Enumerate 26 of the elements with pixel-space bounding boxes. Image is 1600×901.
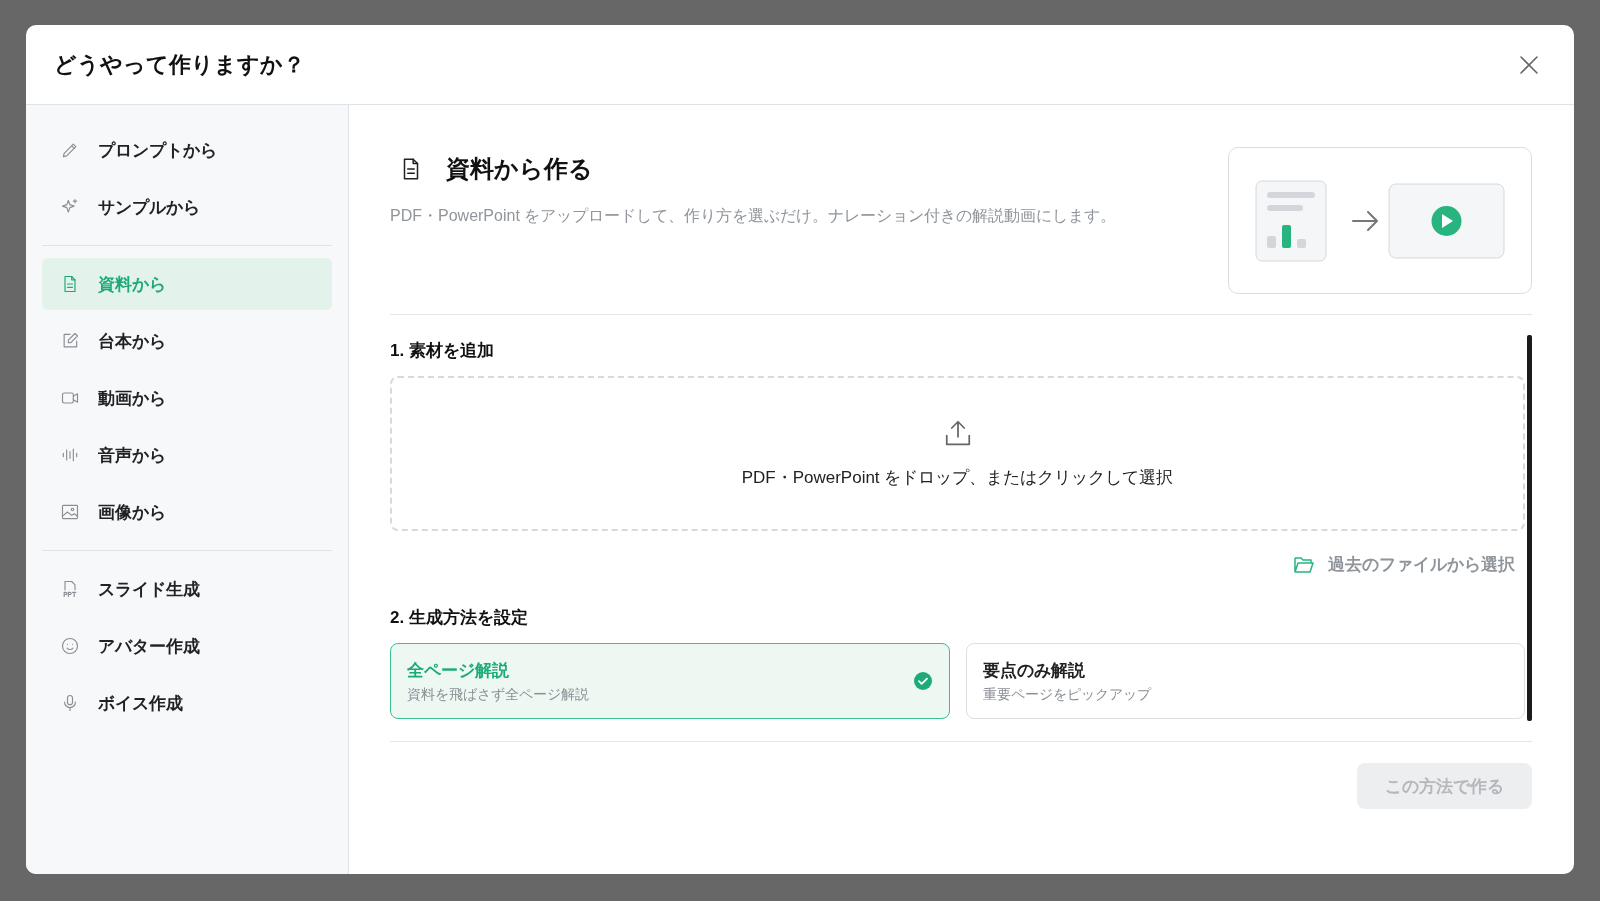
sidebar-item[interactable]: ボイス作成 — [42, 677, 332, 729]
section-heading: 2. 生成方法を設定 — [390, 607, 529, 629]
folder-icon — [1294, 555, 1314, 574]
dialog-title: どうやって作りますか？ — [54, 50, 305, 79]
image-icon — [60, 502, 80, 522]
sidebar-item[interactable]: プロンプトから — [42, 124, 332, 176]
sidebar-item[interactable]: 台本から — [42, 315, 332, 367]
panel-title: 資料から作る — [446, 154, 593, 184]
sidebar-item[interactable]: 音声から — [42, 429, 332, 481]
panel-description: PDF・PowerPoint をアップロードして、作り方を選ぶだけ。ナレーション付きの解説動画にします。 — [390, 206, 1117, 226]
option-title: 要点のみ解説 — [982, 659, 1085, 682]
sidebar-item[interactable]: スライド生成 — [42, 563, 332, 615]
section-heading: 1. 素材を追加 — [390, 340, 495, 362]
sidebar-item[interactable]: サンプルから — [42, 181, 332, 233]
check-circle-icon — [912, 671, 933, 691]
option-subtitle: 資料を飛ばさず全ページ解説 — [407, 685, 589, 704]
sidebar-item[interactable]: 動画から — [42, 372, 332, 424]
sidebar-item[interactable]: アバター作成 — [42, 620, 332, 672]
sidebar-item[interactable]: 画像から — [42, 486, 332, 538]
smile-icon — [60, 636, 80, 656]
scrollbar[interactable] — [1527, 335, 1532, 721]
option-subtitle: 重要ページをピックアップ — [982, 685, 1151, 704]
option-title: 全ページ解説 — [407, 659, 509, 682]
file-drop-zone[interactable]: PDF・PowerPoint をドロップ、またはクリックして選択 — [390, 376, 1525, 531]
close-icon — [1518, 53, 1540, 76]
method-option[interactable]: 要点のみ解説 重要ページをピックアップ — [965, 643, 1525, 719]
